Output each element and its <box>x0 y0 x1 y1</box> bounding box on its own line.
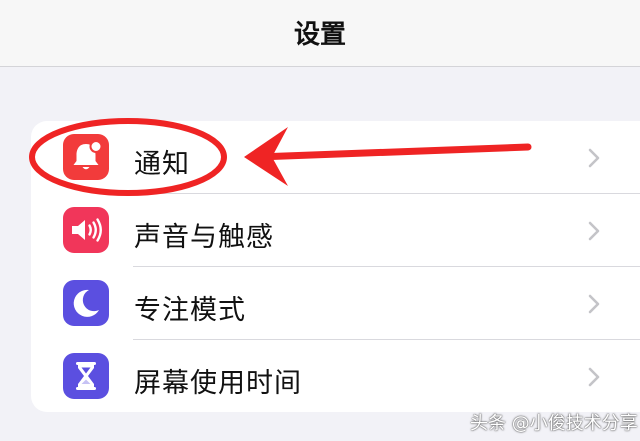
chevron-right-icon <box>588 148 600 168</box>
speaker-icon <box>63 207 109 253</box>
page-title: 设置 <box>293 20 346 50</box>
chevron-right-icon <box>588 221 600 241</box>
settings-item-notifications[interactable]: 通知 <box>31 121 640 193</box>
chevron-right-icon <box>588 294 600 314</box>
settings-item-focus[interactable]: 专注模式 <box>31 267 640 339</box>
settings-item-screen-time[interactable]: 屏幕使用时间 <box>31 340 640 412</box>
watermark: 头条 @小俊技术分享 <box>470 413 638 434</box>
notification-bell-icon <box>63 134 109 180</box>
settings-item-label: 专注模式 <box>134 295 246 326</box>
settings-item-label: 声音与触感 <box>134 222 274 253</box>
moon-icon <box>63 280 109 326</box>
settings-item-label: 通知 <box>134 149 190 180</box>
chevron-right-icon <box>588 367 600 387</box>
hourglass-icon <box>63 353 109 399</box>
settings-item-sounds-haptics[interactable]: 声音与触感 <box>31 194 640 266</box>
settings-item-label: 屏幕使用时间 <box>134 368 302 399</box>
navigation-bar: 设置 <box>0 0 640 67</box>
settings-group: 通知 声音与触感 专注模式 屏幕使用时间 <box>31 121 640 412</box>
